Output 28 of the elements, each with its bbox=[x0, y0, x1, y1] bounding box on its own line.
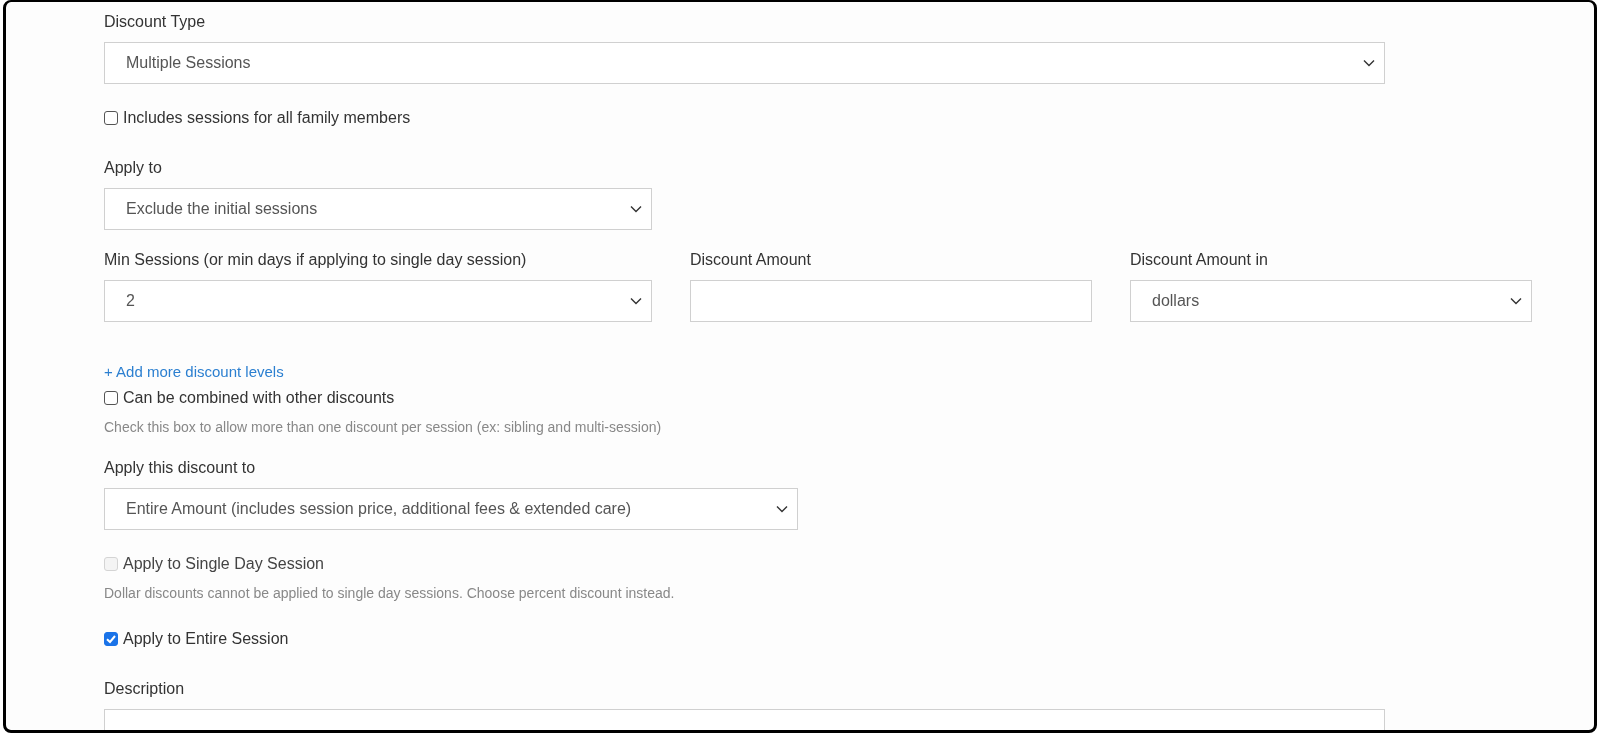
checkbox[interactable] bbox=[104, 632, 118, 646]
select-dropdown[interactable]: dollars bbox=[1130, 280, 1532, 322]
chevron-down-icon bbox=[1363, 59, 1375, 67]
chevron-down-icon bbox=[630, 297, 642, 305]
chevron-down-icon bbox=[630, 205, 642, 213]
chevron-down-icon bbox=[1510, 297, 1522, 305]
field-label: Discount Amount bbox=[690, 250, 812, 270]
checkbox[interactable] bbox=[104, 391, 118, 405]
checkbox-label: Apply to Entire Session bbox=[123, 629, 289, 649]
checkbox-label: Can be combined with other discounts bbox=[123, 388, 395, 408]
field-label: Discount Amount in bbox=[1130, 250, 1269, 270]
field-label: Description bbox=[104, 679, 186, 699]
field-label: Min Sessions (or min days if applying to single day session) bbox=[104, 250, 528, 270]
field-label: Discount Type bbox=[104, 12, 207, 32]
field-label: Apply to bbox=[104, 158, 163, 178]
checkbox-label: Apply to Single Day Session bbox=[123, 554, 324, 574]
select-dropdown[interactable]: Entire Amount (includes session price, additional fees & extended care) bbox=[104, 488, 798, 530]
select-dropdown[interactable]: Multiple Sessions bbox=[104, 42, 1385, 84]
chevron-down-icon bbox=[776, 505, 788, 513]
add-levels-link[interactable]: + Add more discount levels bbox=[104, 362, 284, 382]
text-input[interactable] bbox=[690, 280, 1092, 322]
help-text: Dollar discounts cannot be applied to single day sessions. Choose percent discount instead. bbox=[104, 584, 675, 602]
field-label: Apply this discount to bbox=[104, 458, 257, 478]
help-text: Check this box to allow more than one discount per session (ex: sibling and multi-session) bbox=[104, 418, 662, 436]
select-dropdown[interactable]: 2 bbox=[104, 280, 652, 322]
checkbox-label: Includes sessions for all family members bbox=[123, 108, 411, 128]
select-dropdown[interactable]: Exclude the initial sessions bbox=[104, 188, 652, 230]
checkbox[interactable] bbox=[104, 111, 118, 125]
